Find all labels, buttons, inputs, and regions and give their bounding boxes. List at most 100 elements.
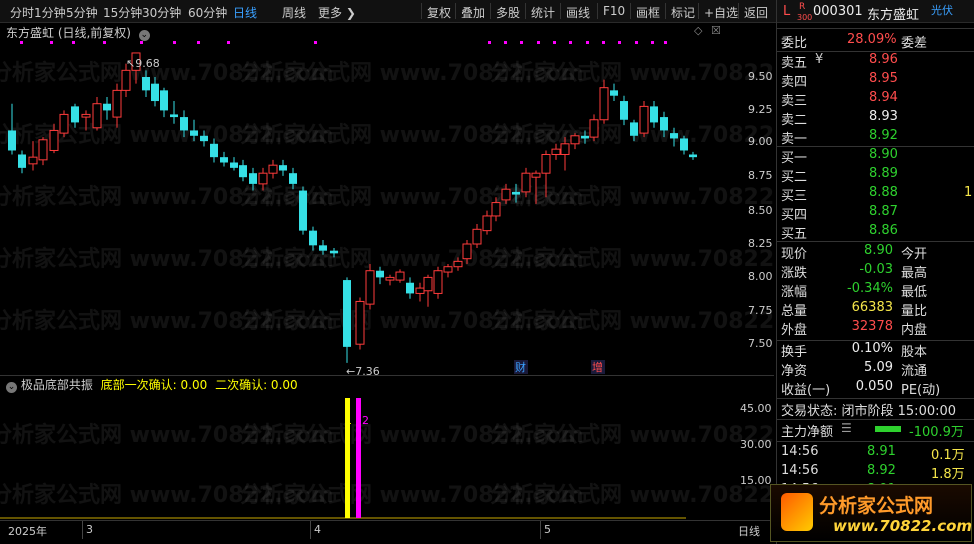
stock-header: L R 300 000301 东方盛虹 光伏: [781, 2, 971, 23]
candle-body: [385, 276, 395, 281]
period-label[interactable]: 日线: [738, 523, 760, 539]
trade-status: 交易状态: 闭市阶段 15:00:00: [781, 404, 957, 419]
candle-body: [589, 119, 599, 138]
toolbar-item-6[interactable]: 日线: [233, 4, 257, 21]
price-tick: 8.25: [748, 237, 773, 250]
candle-body: [639, 105, 649, 134]
toolbar-right-item-9[interactable]: 返回: [744, 4, 768, 21]
diamond-icon[interactable]: ◇: [694, 24, 702, 37]
badge-l: L: [783, 4, 791, 19]
weibi-row: 委比 28.09% 委差: [781, 32, 971, 51]
toolbar-right-item-5[interactable]: F10: [603, 4, 625, 18]
candle-body: [160, 90, 168, 111]
bid-row[interactable]: 买五 8.86: [781, 223, 971, 242]
stat2-value: 5.09: [864, 360, 893, 375]
candle-body: [38, 139, 48, 161]
toolbar-right-item-4[interactable]: 画线: [566, 4, 590, 21]
toolbar-right-item-6[interactable]: 画框: [636, 4, 660, 21]
event-badge-label: 增: [592, 360, 603, 374]
date-tick-mark: [310, 521, 311, 539]
ask-row[interactable]: 卖三 8.94: [781, 90, 971, 109]
ask-label: 卖三: [781, 94, 808, 109]
stat2-label-2: 股本: [901, 345, 928, 360]
candle-body: [92, 103, 102, 129]
stat-value: 32378: [851, 319, 893, 334]
candle-body: [453, 260, 463, 268]
ask-row[interactable]: 卖五 ¥8.96: [781, 52, 971, 71]
stock-code: 000301: [813, 4, 863, 19]
candle-body: [330, 250, 338, 254]
candle-body: [170, 114, 178, 118]
ask-row[interactable]: 卖二 8.93: [781, 109, 971, 128]
stat2-label-2: PE(动): [901, 383, 941, 398]
candle-body: [230, 162, 238, 168]
ask-row[interactable]: 卖一 8.92: [781, 128, 971, 147]
close-icon[interactable]: ☒: [711, 24, 721, 37]
candle-body: [142, 77, 150, 91]
ask-price: 8.94: [869, 90, 898, 105]
candle-body: [8, 130, 16, 151]
toolbar-item-7[interactable]: 周线: [282, 4, 306, 21]
site-logo-line2: www.70822.com: [833, 517, 973, 535]
stat2-value: 0.10%: [851, 341, 893, 356]
watermark-text: 分析家公式网 www.70822.com: [490, 482, 774, 508]
sector-tag[interactable]: 光伏: [931, 2, 953, 18]
signal-dot: [537, 41, 540, 44]
tick-time: 14:56: [781, 463, 819, 478]
main-flow-label: 主力净额: [781, 425, 834, 440]
list-icon[interactable]: ☰: [841, 421, 852, 435]
signal-dot: [618, 41, 621, 44]
bid-price: 8.88: [869, 185, 898, 200]
date-tick: 4: [314, 523, 321, 536]
toolbar-right-item-8[interactable]: +自选: [704, 4, 738, 21]
site-logo: 分析家公式网 www.70822.com: [770, 484, 972, 542]
toolbar-right-item-1[interactable]: 叠加: [461, 4, 485, 21]
date-tick: 5: [544, 523, 551, 536]
bid-price: 8.89: [869, 166, 898, 181]
ask-row[interactable]: 卖四 8.95: [781, 71, 971, 90]
indicator-chart[interactable]: 分析家公式网 www.70822.com 分析家公式网 www.70822.com…: [0, 392, 774, 520]
candlestick-chart[interactable]: 分析家公式网 www.70822.com 分析家公式网 www.70822.com…: [0, 38, 774, 376]
indicator-bar-2: [356, 398, 361, 518]
ask-price: 8.96: [869, 52, 898, 67]
toolbar-item-1[interactable]: 1分钟: [34, 4, 66, 21]
toolbar-item-0[interactable]: 分时: [10, 4, 34, 21]
bid-label: 买一: [781, 151, 808, 166]
ask-price: 8.95: [869, 71, 898, 86]
bid-label: 买三: [781, 189, 808, 204]
event-badge-label: 财: [515, 360, 526, 374]
signal-dot: [314, 41, 317, 44]
toolbar-right-item-0[interactable]: 复权: [427, 4, 451, 21]
candle-body: [423, 276, 433, 292]
candle-body: [49, 129, 59, 151]
toolbar-right-item-7[interactable]: 标记: [671, 4, 695, 21]
toolbar-item-5[interactable]: 60分钟: [188, 4, 227, 21]
signal-dot: [72, 41, 75, 44]
bid-price: 8.87: [869, 204, 898, 219]
candle-body: [482, 215, 492, 232]
toolbar-item-8[interactable]: 更多 ❯: [318, 4, 356, 21]
ask-label: 卖二: [781, 113, 808, 128]
date-tick: 3: [86, 523, 93, 536]
bid-row[interactable]: 买三 8.88 1: [781, 185, 972, 204]
bid-row[interactable]: 买二 8.89: [781, 166, 971, 185]
watermark-text: 分析家公式网 www.70822.com: [490, 184, 774, 210]
stock-name: 东方盛虹: [867, 8, 920, 23]
candle-body: [670, 133, 678, 139]
candle-body: [239, 165, 247, 178]
toolbar-right-item-2[interactable]: 多股: [496, 4, 520, 21]
bid-row[interactable]: 买四 8.87: [781, 204, 971, 223]
main-flow-row[interactable]: 主力净额 ☰ -100.9万: [781, 421, 971, 440]
toolbar-right-item-3[interactable]: 统计: [531, 4, 555, 21]
main-flow-value: -100.9万: [909, 425, 964, 440]
stat-label: 涨跌: [781, 266, 808, 281]
signal-dot: [488, 41, 491, 44]
candle-body: [180, 117, 188, 131]
signal-dot: [635, 41, 638, 44]
toolbar-item-4[interactable]: 30分钟: [142, 4, 181, 21]
toolbar-item-3[interactable]: 15分钟: [103, 4, 142, 21]
bid-row[interactable]: 买一 8.90: [781, 147, 971, 166]
toolbar-item-2[interactable]: 5分钟: [66, 4, 98, 21]
candle-body: [521, 172, 531, 193]
candle-body: [190, 130, 198, 136]
